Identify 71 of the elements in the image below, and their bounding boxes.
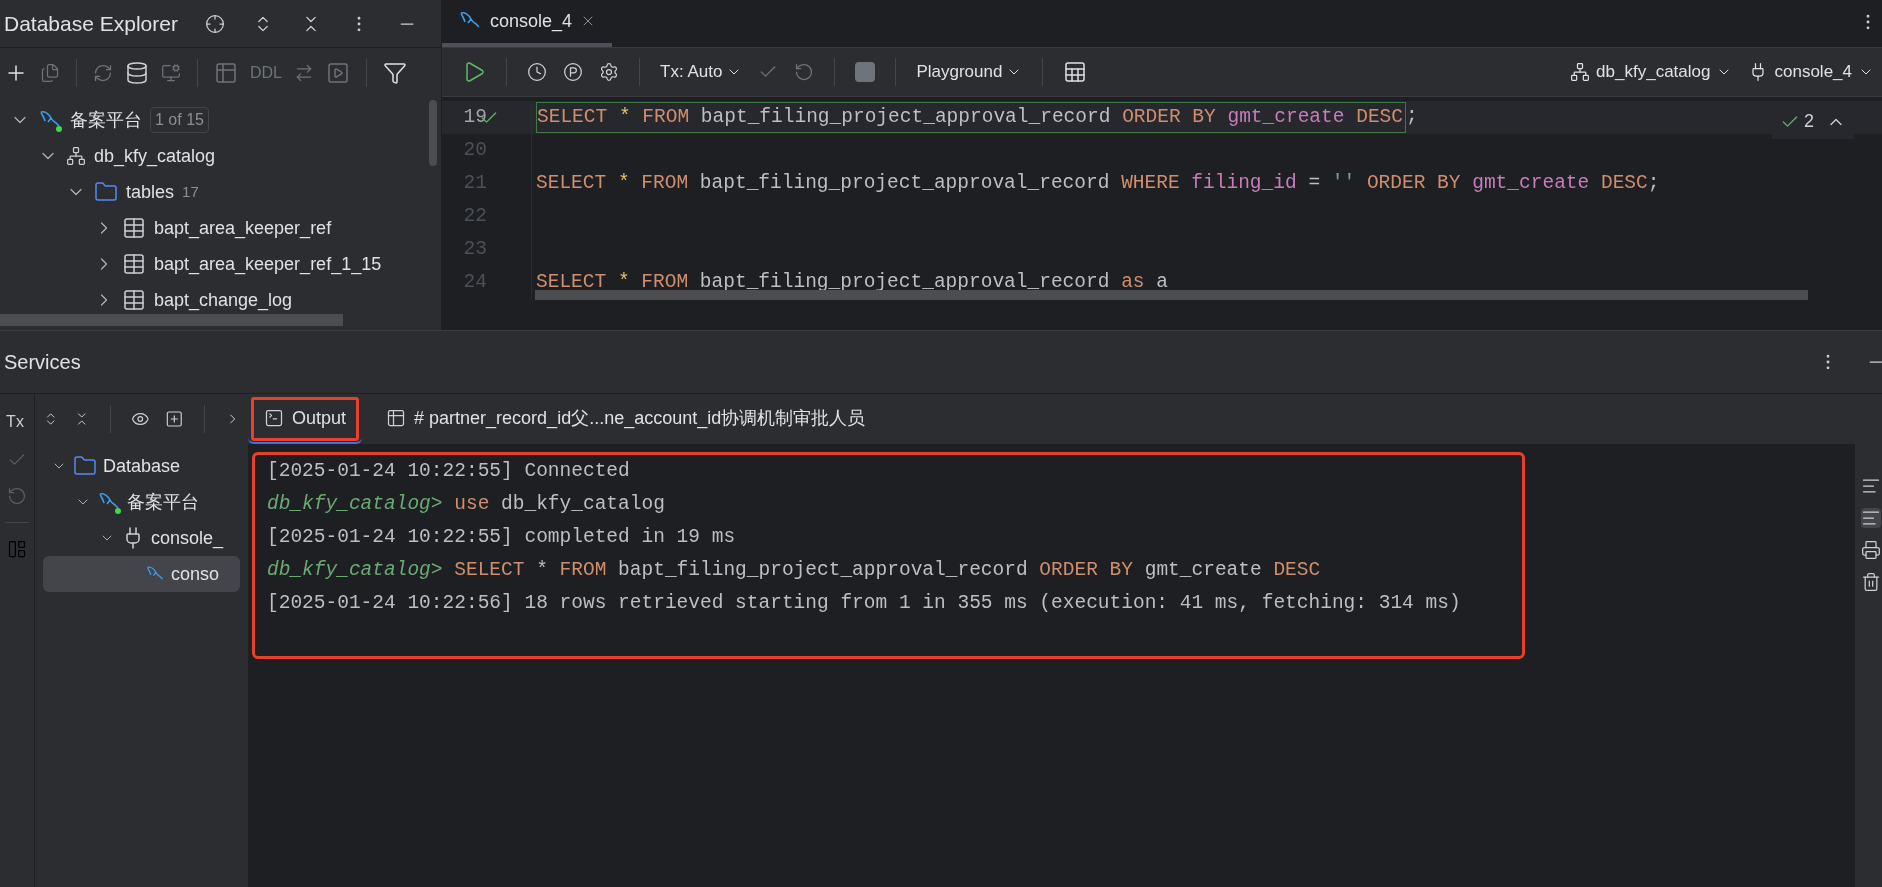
tab[interactable]: Output	[248, 394, 363, 444]
tree-item[interactable]: Database	[43, 448, 240, 484]
scrollbar[interactable]	[429, 100, 437, 166]
settings-icon[interactable]	[599, 62, 619, 82]
folder-icon	[73, 454, 97, 478]
item-label: 备案平台	[127, 490, 199, 514]
locate-icon[interactable]	[205, 13, 225, 34]
count-badge: 1 of 15	[150, 107, 209, 133]
item-count: 17	[182, 181, 199, 202]
item-label: bapt_area_keeper_ref_1_15	[154, 252, 382, 277]
item-label: bapt_area_keeper_ref	[154, 216, 332, 241]
tree-item[interactable]: console_	[43, 520, 240, 556]
table-icon	[122, 288, 146, 312]
session-dropdown[interactable]: console_4	[1748, 59, 1874, 85]
panel-title: Services	[4, 350, 82, 375]
schema-dropdown[interactable]: db_kfy_catalog	[1570, 59, 1733, 85]
mode-dropdown[interactable]: Playground	[916, 59, 1023, 85]
item-label: tables	[126, 180, 175, 204]
item-label: db_kfy_catalog	[94, 144, 216, 169]
transaction-dropdown[interactable]: Tx: Auto	[660, 59, 743, 85]
filter-icon[interactable]	[383, 61, 407, 85]
history-icon[interactable]	[527, 62, 547, 82]
table-icon[interactable]	[214, 61, 238, 85]
code-line: SELECT * FROM bapt_filing_project_approval_record WHERE filing_id = '' ORDER BY gmt_create DESC;	[535, 170, 1660, 196]
tree-item[interactable]: 备案平台 1 of 15	[0, 102, 441, 138]
table-icon	[386, 408, 407, 428]
database-settings-icon[interactable]	[125, 61, 149, 85]
tree-item[interactable]: 备案平台	[43, 484, 240, 520]
code-line: SELECT * FROM bapt_filing_project_approval_record as a	[535, 269, 1168, 295]
run-icon[interactable]	[326, 61, 350, 85]
console-line: [2025-01-24 10:22:56] 18 rows retrieved starting from 1 in 355 ms (execution: 41 ms, fetching: 314 ms)	[267, 590, 1462, 616]
panel-title: Database Explorer	[4, 10, 179, 37]
tree-item[interactable]: conso	[43, 556, 240, 592]
stop-icon[interactable]	[855, 62, 876, 82]
copy-icon[interactable]	[40, 63, 60, 83]
scrollbar[interactable]	[535, 290, 1808, 300]
tree-item[interactable]: db_kfy_catalog	[0, 138, 441, 174]
console-line: [2025-01-24 10:22:55] completed in 19 ms	[267, 524, 737, 550]
tree-item[interactable]: tables 17	[0, 174, 441, 210]
schema-icon[interactable]	[66, 146, 86, 166]
tab-label: console_4	[490, 9, 573, 34]
tab[interactable]: # partner_record_id父...ne_account_id协调机制审批人员	[370, 394, 882, 444]
tree-item[interactable]: bapt_area_keeper_ref	[0, 210, 441, 246]
item-label: 备案平台	[70, 108, 142, 132]
console-line: db_kfy_catalog> use db_kfy_catalog	[267, 491, 666, 517]
compare-icon[interactable]	[294, 63, 314, 83]
tree-item[interactable]: bapt_area_keeper_ref_1_15	[0, 246, 441, 282]
schema-icon	[1570, 62, 1591, 82]
console-line: db_kfy_catalog> SELECT * FROM bapt_filing_project_approval_record ORDER BY gmt_create DESC	[267, 557, 1322, 583]
item-label: Database	[103, 454, 181, 478]
tree-item[interactable]: bapt_change_log	[0, 282, 441, 318]
scroll-end-icon[interactable]	[1861, 508, 1881, 528]
folder-icon	[94, 180, 118, 204]
refresh-icon[interactable]	[93, 63, 113, 83]
console-icon[interactable]	[161, 63, 181, 83]
inspection-widget[interactable]: 2	[1780, 108, 1814, 135]
parameters-icon[interactable]	[563, 62, 583, 82]
item-label: console_	[151, 526, 224, 551]
terminal-icon	[264, 408, 284, 428]
console-line: [2025-01-24 10:22:55] Connected	[267, 458, 631, 484]
line-number: 19	[463, 104, 487, 130]
transaction-button[interactable]: Tx	[6, 410, 24, 434]
trash-icon[interactable]	[1861, 572, 1881, 592]
table-icon	[122, 252, 146, 276]
output-table-icon[interactable]	[1063, 60, 1088, 84]
print-icon[interactable]	[1861, 540, 1881, 560]
item-label: bapt_change_log	[154, 288, 293, 313]
table-icon	[122, 216, 146, 240]
item-label: conso	[171, 562, 220, 586]
rollback-icon[interactable]	[794, 62, 815, 82]
scrollbar[interactable]	[0, 314, 343, 326]
